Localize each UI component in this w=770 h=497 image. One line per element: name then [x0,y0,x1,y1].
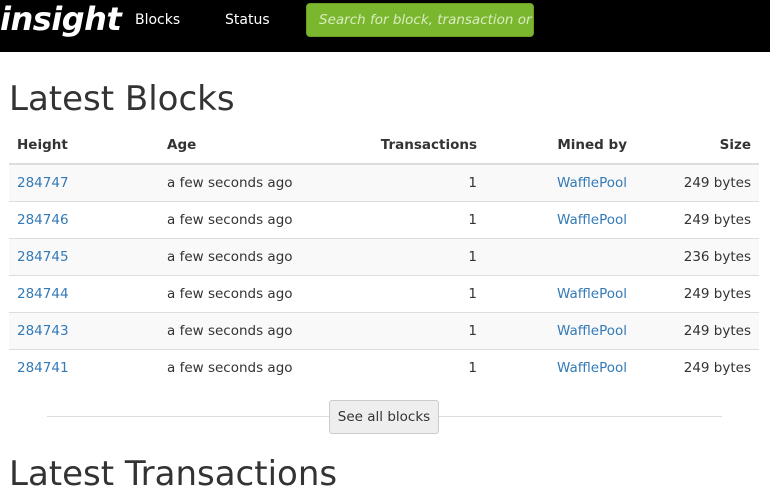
table-row: 284745 a few seconds ago 1 236 bytes [9,238,759,276]
latest-transactions-title: Latest Transactions [9,454,338,494]
block-transactions-cell: 1 [345,163,485,202]
block-height-link[interactable]: 284747 [17,175,69,191]
search-input[interactable] [306,3,534,37]
block-miner-link[interactable]: WafflePool [557,175,627,191]
brand-logo[interactable]: insight [0,0,122,40]
block-transactions-cell: 1 [345,349,485,386]
block-height-cell: 284747 [9,163,159,202]
block-height-cell: 284744 [9,275,159,313]
block-height-cell: 284746 [9,201,159,239]
table-row: 284746 a few seconds ago 1 WafflePool 24… [9,201,759,239]
block-miner-cell: WafflePool [485,312,635,350]
column-header-age: Age [159,126,345,165]
block-height-link[interactable]: 284743 [17,323,69,339]
block-age-cell: a few seconds ago [159,312,345,350]
page-title: Latest Blocks [9,79,235,119]
block-height-link[interactable]: 284746 [17,212,69,228]
block-height-cell: 284741 [9,349,159,386]
block-miner-link[interactable]: WafflePool [557,286,627,302]
table-header-row: Height Age Transactions Mined by Size [9,126,759,165]
column-header-height: Height [9,126,159,165]
table-row: 284744 a few seconds ago 1 WafflePool 24… [9,275,759,313]
block-size-cell: 249 bytes [635,275,759,313]
block-miner-cell: WafflePool [485,163,635,202]
block-height-link[interactable]: 284745 [17,249,69,265]
table-row: 284741 a few seconds ago 1 WafflePool 24… [9,349,759,386]
block-transactions-cell: 1 [345,238,485,276]
block-miner-link[interactable]: WafflePool [557,212,627,228]
block-age-cell: a few seconds ago [159,275,345,313]
block-size-cell: 249 bytes [635,349,759,386]
block-miner-cell [485,238,635,276]
nav-link-status[interactable]: Status [225,0,270,40]
latest-blocks-table: Height Age Transactions Mined by Size 28… [9,126,759,386]
block-age-cell: a few seconds ago [159,238,345,276]
column-header-mined-by: Mined by [485,126,635,165]
block-transactions-cell: 1 [345,275,485,313]
block-age-cell: a few seconds ago [159,201,345,239]
block-miner-cell: WafflePool [485,349,635,386]
table-row: 284747 a few seconds ago 1 WafflePool 24… [9,163,759,202]
top-navbar: insight Blocks Status [0,0,770,52]
block-size-cell: 249 bytes [635,163,759,202]
block-size-cell: 249 bytes [635,312,759,350]
block-size-cell: 249 bytes [635,201,759,239]
block-miner-cell: WafflePool [485,275,635,313]
block-height-cell: 284743 [9,312,159,350]
block-transactions-cell: 1 [345,312,485,350]
column-header-transactions: Transactions [345,126,485,165]
nav-link-blocks[interactable]: Blocks [135,0,180,40]
block-transactions-cell: 1 [345,201,485,239]
block-age-cell: a few seconds ago [159,349,345,386]
block-height-link[interactable]: 284741 [17,360,69,376]
table-row: 284743 a few seconds ago 1 WafflePool 24… [9,312,759,350]
block-miner-link[interactable]: WafflePool [557,323,627,339]
block-height-link[interactable]: 284744 [17,286,69,302]
block-miner-cell: WafflePool [485,201,635,239]
block-height-cell: 284745 [9,238,159,276]
block-miner-link[interactable]: WafflePool [557,360,627,376]
block-size-cell: 236 bytes [635,238,759,276]
column-header-size: Size [635,126,759,165]
block-age-cell: a few seconds ago [159,163,345,202]
see-all-blocks-button[interactable]: See all blocks [329,400,439,434]
